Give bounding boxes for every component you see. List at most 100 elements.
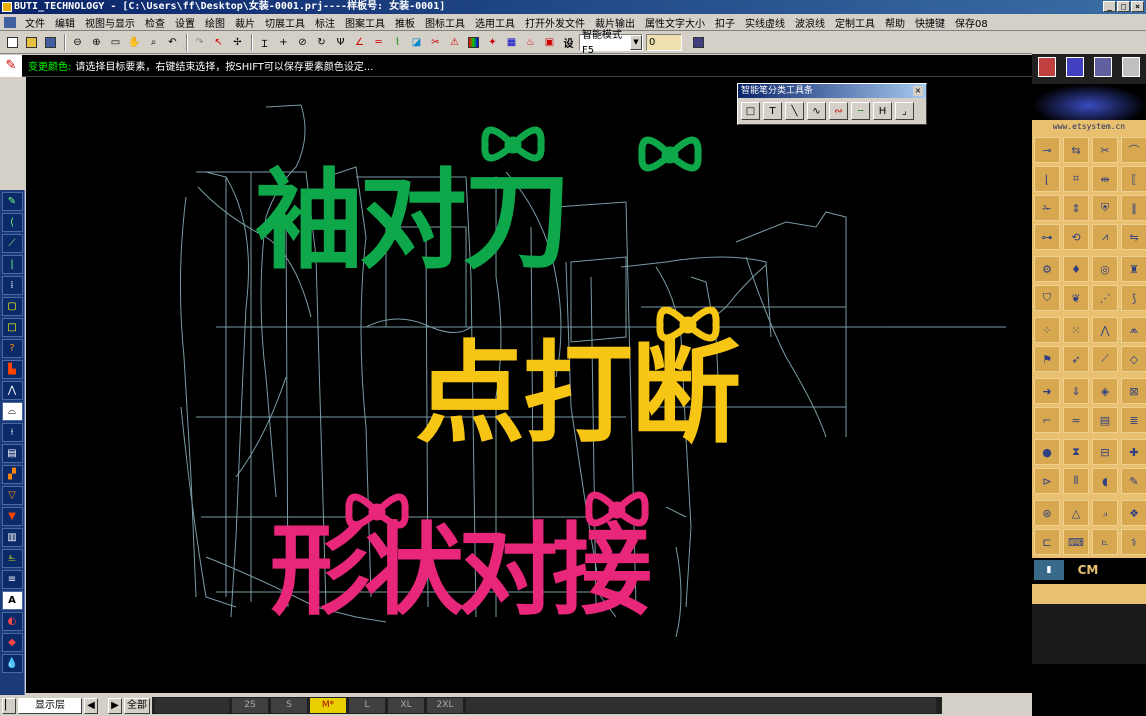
align-icon[interactable]: Ɪ	[256, 34, 273, 51]
size-xl[interactable]: XL	[388, 698, 424, 713]
drop-icon[interactable]: 💧	[1, 654, 23, 673]
shirt-icon[interactable]: ⛨	[1092, 195, 1118, 221]
cross-icon[interactable]: +	[275, 34, 292, 51]
underline-icon[interactable]: ⎁	[1, 549, 23, 568]
menu-help[interactable]: 帮助	[880, 15, 910, 30]
vertical-line-icon[interactable]: |	[1, 255, 23, 274]
cup-icon[interactable]: ♜	[1121, 256, 1146, 282]
ruler-icon[interactable]: ◪	[408, 34, 425, 51]
fork-icon[interactable]: Ψ	[332, 34, 349, 51]
peaks-icon[interactable]: ⩕	[1121, 317, 1146, 343]
angle-icon[interactable]: ∠	[351, 34, 368, 51]
menu-draw[interactable]: 绘图	[200, 15, 230, 30]
keyboard-icon[interactable]: ⌨	[1063, 529, 1089, 555]
mode-select[interactable]: 智能模式F5 ▼	[579, 30, 643, 56]
delta-icon[interactable]: △	[1063, 500, 1089, 526]
diagonal-tool-icon[interactable]: ⟋	[1092, 346, 1118, 372]
split-icon[interactable]: ⇹	[1092, 166, 1118, 192]
calculator-icon[interactable]	[690, 34, 707, 51]
badge-icon[interactable]: ◈	[1092, 378, 1118, 404]
zoom-window-icon[interactable]: ⌕	[145, 34, 162, 51]
scroll-left-icon[interactable]: ◀	[84, 697, 98, 714]
dots-icon[interactable]: ⁘	[1034, 317, 1060, 343]
notch-icon[interactable]: ✦	[484, 34, 501, 51]
scroll-right-icon[interactable]: ▶	[108, 697, 122, 714]
hourglass-icon[interactable]: ⧗	[1063, 439, 1089, 465]
fold-icon[interactable]: ⩘	[1092, 224, 1118, 250]
ruler-tool-icon[interactable]: ⊏	[1034, 529, 1060, 555]
menu-custom-tools[interactable]: 定制工具	[830, 15, 880, 30]
spiral-icon[interactable]: ◎	[1092, 256, 1118, 282]
new-file-icon[interactable]	[4, 34, 21, 51]
close-icon[interactable]: ×	[913, 86, 923, 96]
stack-icon[interactable]: ≣	[1121, 407, 1146, 433]
minimize-button[interactable]: _	[1103, 1, 1116, 12]
stethoscope-icon[interactable]: ⚕	[1121, 529, 1146, 555]
menu-check[interactable]: 检查	[140, 15, 170, 30]
cross-grid-icon[interactable]: ⌗	[1063, 166, 1089, 192]
flag-icon[interactable]: ⚑	[1034, 346, 1060, 372]
layout-icon[interactable]	[1038, 57, 1056, 77]
size-2xl[interactable]: 2XL	[427, 698, 463, 713]
smart-pen-icon[interactable]: ✎	[1, 192, 23, 211]
measure-icon[interactable]: ⊘	[294, 34, 311, 51]
frame-icon[interactable]: ▣	[541, 34, 558, 51]
unit-label[interactable]: CM	[1068, 560, 1108, 580]
drawing-canvas[interactable]	[26, 77, 1032, 693]
mirror-icon[interactable]: ⇋	[1121, 224, 1146, 250]
t-square-icon[interactable]: T	[763, 102, 782, 120]
clip-icon[interactable]: ◐	[1, 612, 23, 631]
mountain-icon[interactable]: ⋀	[1092, 317, 1118, 343]
menu-file[interactable]: 文件	[20, 15, 50, 30]
menu-shortcuts[interactable]: 快捷键	[910, 15, 950, 30]
sewing-machine-icon[interactable]: ⚙	[1034, 256, 1060, 282]
wave-curve-icon[interactable]: ∿	[807, 102, 826, 120]
layer-marker-icon[interactable]: ▏	[2, 697, 16, 714]
menu-pieces[interactable]: 裁片	[230, 15, 260, 30]
pin-tool-icon[interactable]: ⊶	[1034, 224, 1060, 250]
text-tool-icon[interactable]: A	[1, 591, 23, 610]
roller-icon[interactable]: ⊛	[1034, 500, 1060, 526]
menu-select-tools[interactable]: 选用工具	[470, 15, 520, 30]
size-l[interactable]: L	[349, 698, 385, 713]
menu-line-style[interactable]: 实线虚线	[740, 15, 790, 30]
zoom-in-icon[interactable]: ⊕	[88, 34, 105, 51]
rectangle-icon[interactable]: □	[741, 102, 760, 120]
card-icon[interactable]: ▤	[1092, 407, 1118, 433]
diamond-icon[interactable]: ◇	[1121, 346, 1146, 372]
cross-out-icon[interactable]: ⊠	[1121, 378, 1146, 404]
hook-icon[interactable]: ⌒	[1121, 137, 1146, 163]
select-arrow-icon[interactable]: ↖	[210, 34, 227, 51]
notch-tool-icon[interactable]: ▽	[1, 486, 23, 505]
layer-select[interactable]: 显示层	[18, 697, 82, 714]
question-icon[interactable]: ?	[1, 339, 23, 358]
drops-icon[interactable]: ⁙	[1063, 317, 1089, 343]
abc-icon[interactable]: ✎	[1121, 468, 1146, 494]
size-m[interactable]: M*	[310, 698, 346, 713]
piece-icon[interactable]: ▦	[503, 34, 520, 51]
shape-icon[interactable]: ▙	[1, 360, 23, 379]
rotate-icon[interactable]: ↻	[313, 34, 330, 51]
menu-settings[interactable]: 设置	[170, 15, 200, 30]
close-button[interactable]: ×	[1131, 1, 1144, 12]
size-s[interactable]: S	[271, 698, 307, 713]
arrow-right-icon[interactable]: ➜	[1034, 378, 1060, 404]
document-icon[interactable]	[4, 16, 16, 28]
bracket-tool-icon[interactable]: ⟦	[1121, 166, 1146, 192]
palette-icon[interactable]	[1066, 57, 1084, 77]
seam-icon[interactable]: ⋰	[1092, 285, 1118, 311]
menu-icon-tools[interactable]: 图标工具	[420, 15, 470, 30]
stripe-icon[interactable]: ≡	[1, 570, 23, 589]
menu-annotate[interactable]: 标注	[310, 15, 340, 30]
blade-icon[interactable]: ⟆	[1121, 285, 1146, 311]
parallel-icon[interactable]: ═	[370, 34, 387, 51]
blob-icon[interactable]: ❖	[1121, 500, 1146, 526]
rotate-piece-icon[interactable]: ⟲	[1063, 224, 1089, 250]
arc-icon[interactable]: ⌓	[1, 402, 23, 421]
corner-line-icon[interactable]: ⌟	[895, 102, 914, 120]
pattern-icon[interactable]: ▞	[1, 465, 23, 484]
triangle-icon[interactable]: ⚠	[446, 34, 463, 51]
fill-icon[interactable]: ◆	[1, 633, 23, 652]
curve-corner-icon[interactable]: ⌊	[1034, 166, 1060, 192]
color-grid-icon[interactable]	[465, 34, 482, 51]
